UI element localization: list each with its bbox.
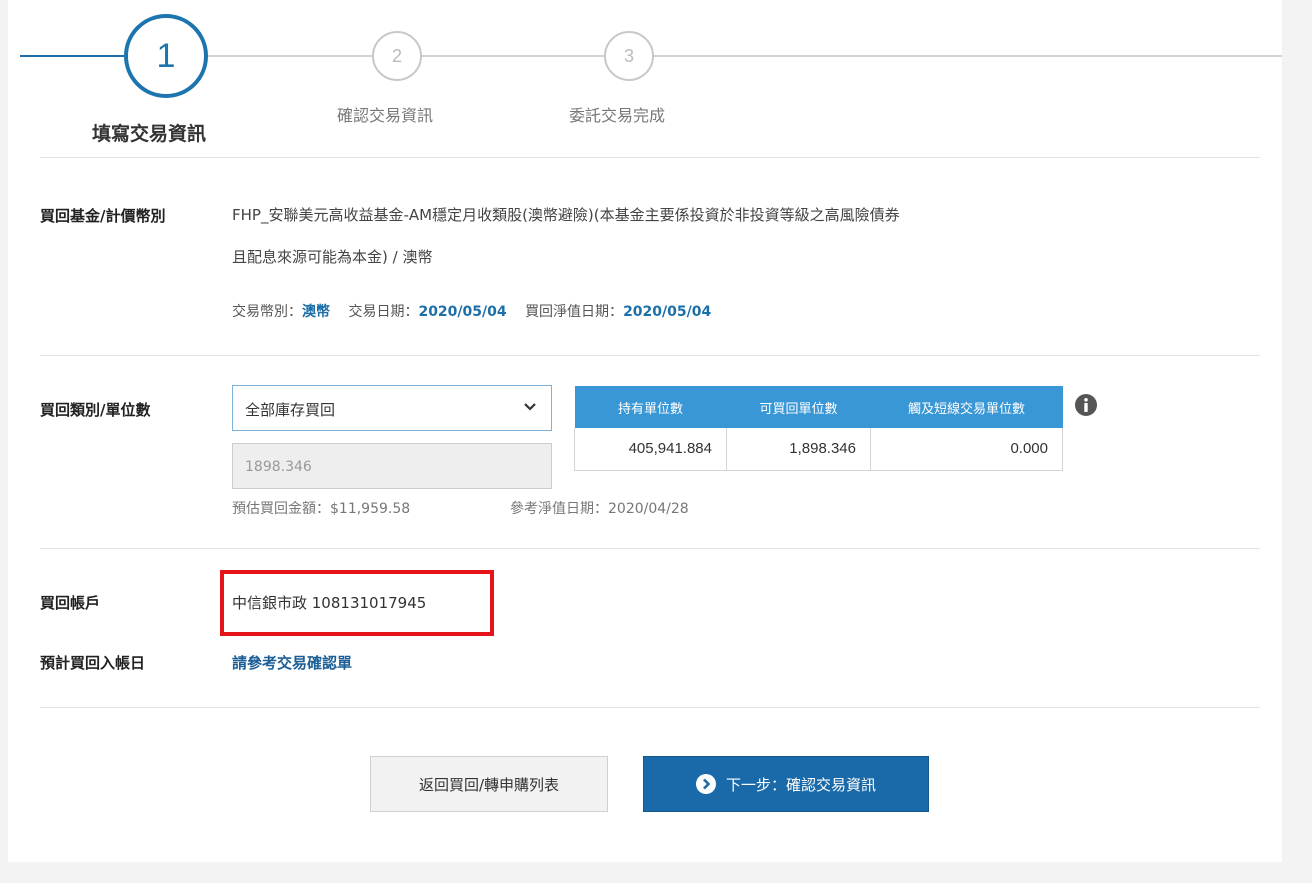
divider [40, 157, 1260, 158]
next-button-label: 下一步：確認交易資訊 [725, 775, 876, 794]
reference-nav-date: 參考淨值日期：2020/04/28 [510, 501, 689, 517]
short-term-units-value: 0.000 [870, 428, 1063, 471]
info-icon[interactable] [1074, 393, 1098, 417]
divider [40, 548, 1260, 549]
table-row: 405,941.884 1,898.346 0.000 [574, 428, 1063, 471]
step-3-circle: 3 [604, 31, 654, 81]
held-units-value: 405,941.884 [574, 428, 727, 471]
redeemable-units-value: 1,898.346 [726, 428, 871, 471]
back-button-label: 返回買回/轉申購列表 [418, 775, 560, 794]
chevron-down-icon [524, 403, 536, 411]
units-input[interactable]: 1898.346 [232, 443, 552, 489]
back-to-list-button[interactable]: 返回買回/轉申購列表 [370, 756, 608, 812]
nav-date-value: 2020/05/04 [623, 304, 712, 320]
fund-label: 買回基金/計價幣別 [40, 207, 166, 225]
fund-meta: 交易幣別：澳幣 交易日期：2020/05/04 買回淨值日期：2020/05/0… [232, 301, 711, 321]
units-input-value: 1898.346 [245, 459, 312, 475]
redeem-type-label: 買回類別/單位數 [40, 401, 151, 419]
header-redeemable-units: 可買回單位數 [726, 386, 871, 428]
step-1-circle: 1 [124, 14, 208, 98]
next-step-button[interactable]: 下一步：確認交易資訊 [643, 756, 929, 812]
highlight-box [220, 570, 494, 636]
arrow-right-circle-icon [695, 774, 716, 794]
fund-name-line2: 且配息來源可能為本金) / 澳幣 [232, 248, 433, 266]
step-3-label: 委託交易完成 [569, 106, 666, 125]
divider [40, 355, 1260, 356]
redeem-type-select[interactable]: 全部庫存買回 [232, 385, 552, 431]
nav-date-label: 買回淨值日期： [525, 304, 624, 320]
confirmation-link[interactable]: 請參考交易確認單 [232, 652, 352, 673]
stepper-track-line [200, 55, 1282, 57]
header-held-units: 持有單位數 [574, 386, 727, 428]
units-table: 持有單位數 可買回單位數 觸及短線交易單位數 405,941.884 1,898… [574, 386, 1063, 471]
divider [40, 707, 1260, 708]
stepper-progress-line [20, 55, 130, 57]
trade-date-label: 交易日期： [348, 304, 419, 320]
fund-name-line1: FHP_安聯美元高收益基金-AM穩定月收類股(澳幣避險)(本基金主要係投資於非投… [232, 206, 900, 224]
currency-value: 澳幣 [302, 304, 330, 320]
step-1-label: 填寫交易資訊 [92, 123, 207, 145]
step-2-label: 確認交易資訊 [337, 106, 434, 125]
account-label: 買回帳戶 [40, 594, 101, 612]
currency-label: 交易幣別： [232, 304, 302, 320]
credit-date-label: 預計買回入帳日 [40, 654, 146, 672]
redeem-type-selected: 全部庫存買回 [245, 401, 336, 419]
header-short-term-units: 觸及短線交易單位數 [870, 386, 1063, 428]
step-2-circle: 2 [372, 31, 422, 81]
estimate-amount: 預估買回金額：$11,959.58 [232, 501, 411, 517]
trade-date-value: 2020/05/04 [418, 304, 507, 320]
